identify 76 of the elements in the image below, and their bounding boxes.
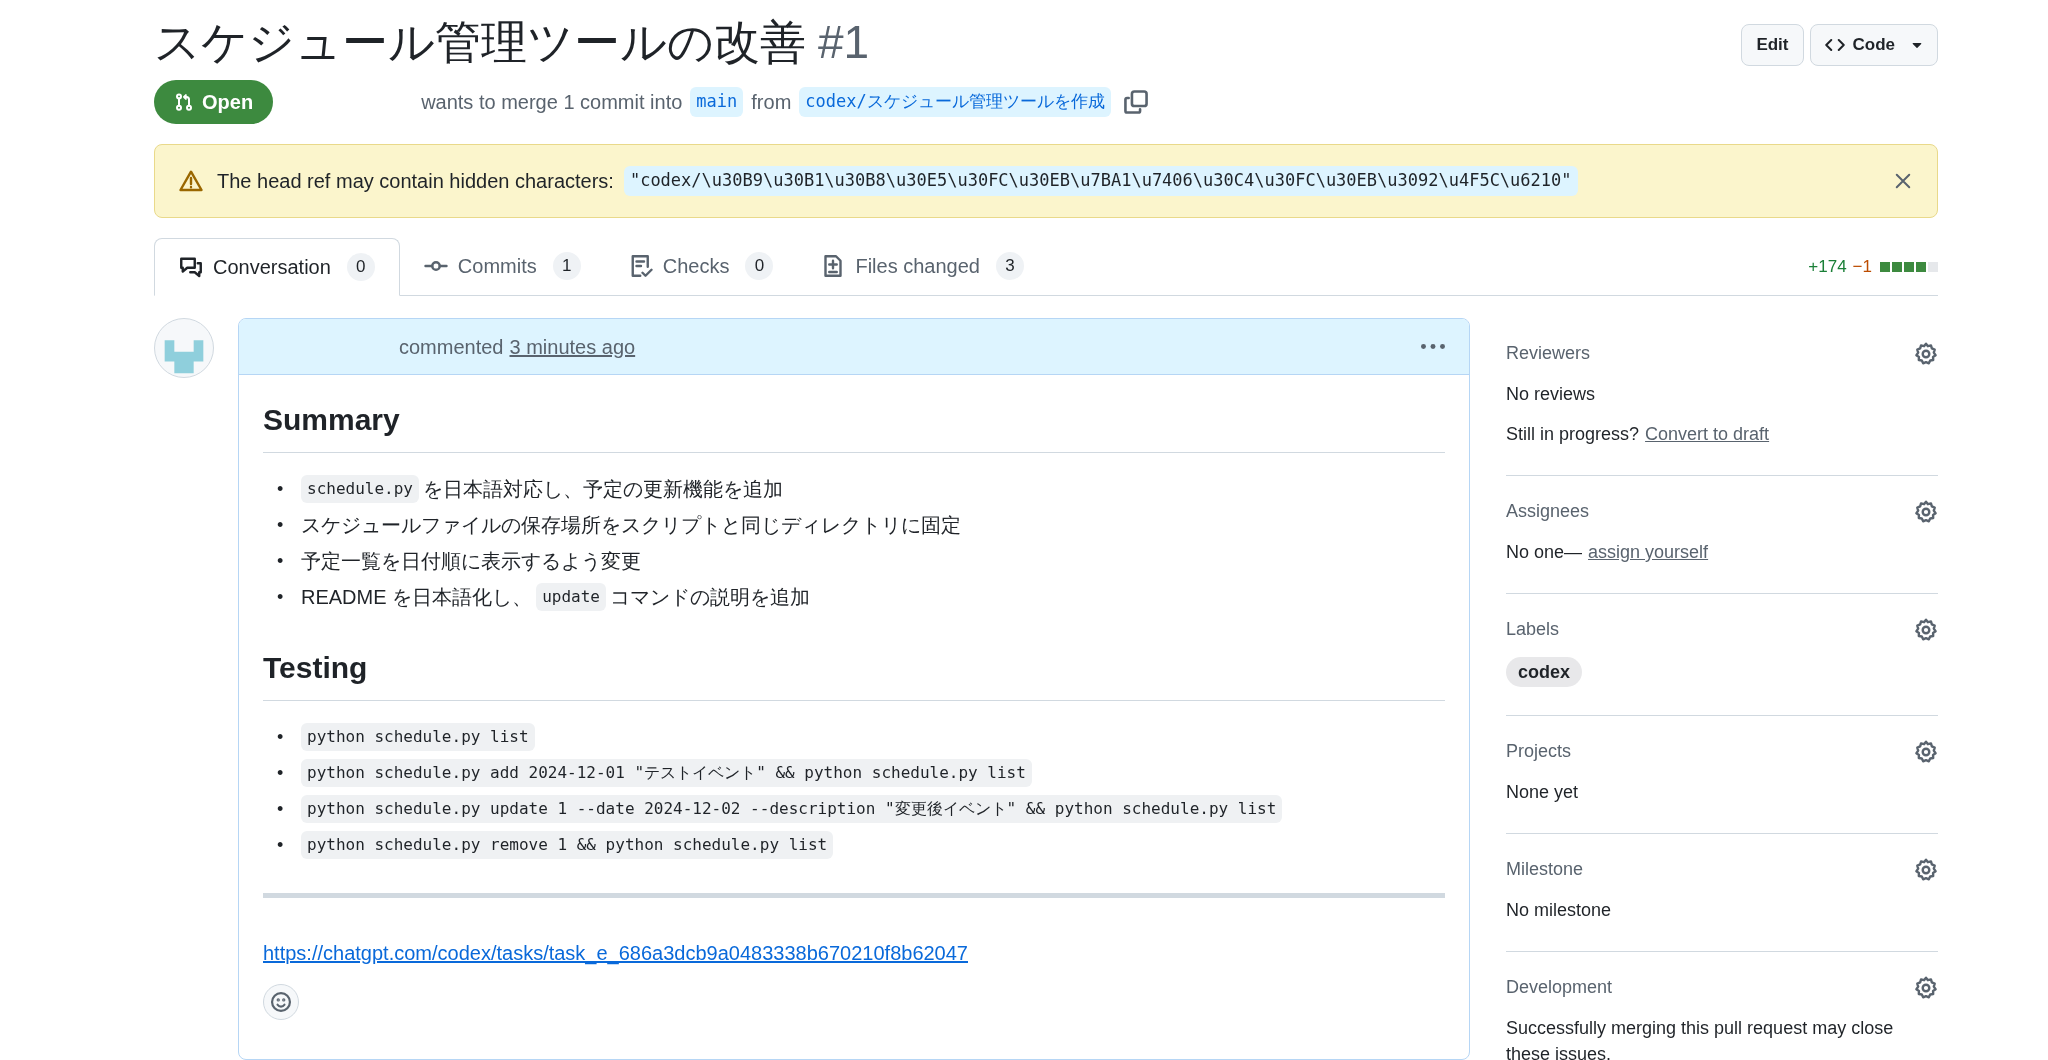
from-text: from xyxy=(751,90,792,115)
kebab-horizontal-icon xyxy=(1421,344,1445,349)
settings-button[interactable] xyxy=(1914,341,1938,366)
merge-text: wants to merge 1 commit into xyxy=(421,90,683,115)
list-text: 予定一覧を日付順に表示するよう変更 xyxy=(301,549,641,574)
warning-text: The head ref may contain hidden characters: xyxy=(217,169,614,194)
sidebar-text: No one— xyxy=(1506,541,1583,564)
pr-title: スケジュール管理ツールの改善 xyxy=(154,16,806,68)
sidebar-text: None yet xyxy=(1506,781,1579,804)
sidebar-heading: Reviewers xyxy=(1506,342,1591,365)
settings-button[interactable] xyxy=(1914,617,1938,642)
label-tag[interactable]: codex xyxy=(1506,657,1583,687)
ref-name: "codex/\u30B9\u30B1\u30B8\u30E5\u30FC\u30EB\u7BA1\u7406\u30C4\u30FC\u30EB\u3092\u4F5C\u6210" xyxy=(623,166,1578,196)
bullet: • xyxy=(277,478,285,501)
comment-action: commented xyxy=(399,334,504,360)
bullet: • xyxy=(277,834,285,857)
tab-counter: 0 xyxy=(745,252,774,280)
settings-button[interactable] xyxy=(1914,739,1938,764)
smiley-icon xyxy=(270,991,292,1013)
comments-icon xyxy=(179,255,203,279)
sidebar-heading: Labels xyxy=(1506,618,1560,641)
sidebar-text: No milestone xyxy=(1506,899,1612,922)
list-text: を日本語対応し、予定の更新機能を追加 xyxy=(422,477,783,502)
tab[interactable]: Files changed 3 xyxy=(797,237,1048,295)
bullet: • xyxy=(277,762,285,785)
settings-button[interactable] xyxy=(1914,499,1938,524)
sidebar-heading: Assignees xyxy=(1506,500,1590,523)
task-link[interactable]: https://chatgpt.com/codex/tasks/task_e_686a3dcb9a0483338b670210f8b62047 xyxy=(263,938,968,968)
warning-icon xyxy=(179,169,203,193)
tab[interactable]: Commits 1 xyxy=(399,237,605,295)
tab-counter: 0 xyxy=(346,253,375,281)
sidebar-heading: Development xyxy=(1506,976,1613,999)
close-button[interactable] xyxy=(1893,171,1913,191)
bullet: • xyxy=(277,798,285,821)
inline-code: schedule.py xyxy=(301,475,419,503)
inline-code: python schedule.py list xyxy=(301,723,535,751)
status-badge: Open xyxy=(154,80,274,124)
inline-code: python schedule.py add 2024-12-01 "テストイベント" && python schedule.py list xyxy=(301,759,1032,787)
bullet: • xyxy=(277,586,285,609)
sidebar-link[interactable]: Convert to draft xyxy=(1645,421,1770,447)
inline-code: update xyxy=(536,583,606,611)
pull-request-icon xyxy=(174,92,194,112)
section-heading: Summary xyxy=(263,397,1445,453)
sidebar-link[interactable]: assign yourself xyxy=(1588,539,1709,565)
tab-counter: 3 xyxy=(995,252,1024,280)
more-options-button[interactable] xyxy=(1421,344,1445,349)
tab[interactable]: Conversation 0 xyxy=(154,238,400,296)
pr-number: #1 xyxy=(818,16,870,68)
add-reaction-button[interactable] xyxy=(263,984,299,1020)
inline-code: python schedule.py update 1 --date 2024-12-02 --description "変更後イベント" && python schedule.py list xyxy=(301,795,1283,823)
deletions-count: −1 xyxy=(1852,255,1872,278)
inline-code: python schedule.py remove 1 && python schedule.py list xyxy=(301,831,834,859)
code-button[interactable]: Code xyxy=(1809,24,1938,66)
tab-counter: 1 xyxy=(552,252,581,280)
sidebar-text: Successfully merging this pull request may close these issues. xyxy=(1506,1017,1895,1060)
branch-name[interactable]: main xyxy=(690,87,744,117)
timestamp-link[interactable]: 3 minutes ago xyxy=(509,331,636,362)
list-text: スケジュールファイルの保存場所をスクリプトと同じディレクトリに固定 xyxy=(301,513,961,538)
bullet: • xyxy=(277,514,285,537)
list-text: コマンドの説明を追加 xyxy=(609,585,810,610)
settings-button[interactable] xyxy=(1914,857,1938,882)
branch-name[interactable]: codex/スケジュール管理ツールを作成 xyxy=(799,87,1111,117)
sidebar-heading: Milestone xyxy=(1506,858,1584,881)
section-heading: Testing xyxy=(263,645,1445,701)
sidebar-text: No reviews xyxy=(1506,383,1596,406)
copy-button[interactable] xyxy=(1122,89,1149,115)
list-text: README を日本語化し、 xyxy=(301,585,533,610)
settings-button[interactable] xyxy=(1914,975,1938,1000)
bullet: • xyxy=(277,550,285,573)
additions-count: +174 xyxy=(1808,255,1847,278)
tab[interactable]: Checks 0 xyxy=(604,237,798,295)
bullet: • xyxy=(277,726,285,749)
diffstat-bar xyxy=(1880,261,1938,272)
sidebar-text: Still in progress? xyxy=(1506,423,1640,446)
sidebar-heading: Projects xyxy=(1506,740,1572,763)
edit-button[interactable]: Edit xyxy=(1741,24,1804,66)
